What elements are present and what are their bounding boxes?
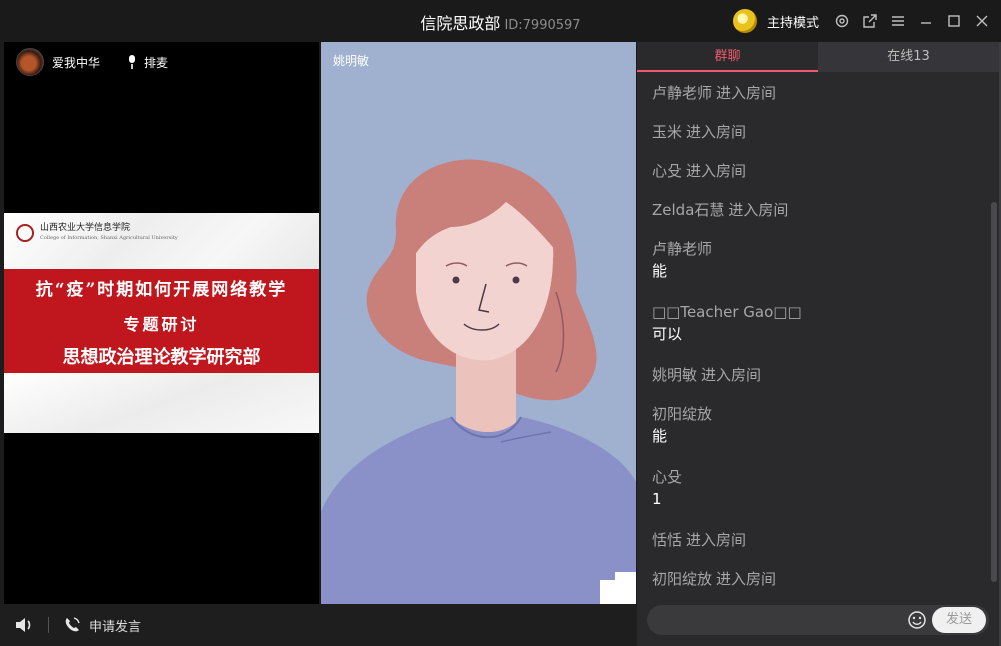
presentation-slide: 山西农业大学信息学院 College of Information, Shanx… [4,213,319,433]
message-sender: □□Teacher Gao□□ [652,303,802,321]
school-sub: College of Information, Shanxi Agricultu… [40,235,178,241]
mic-queue-label: 排麦 [144,55,169,70]
list-item: Zelda石慧 进入房间 [652,200,984,220]
list-item: 卢静老师 进入房间 [652,83,984,103]
message-action: 进入房间 [716,84,777,102]
host-mode-label[interactable]: 主持模式 [767,12,819,31]
message-action: 进入房间 [728,201,789,219]
title-bar: 信院思政部 ID:7990597 主持模式 [0,0,1001,42]
message-action: 进入房间 [686,531,747,549]
video-tile-left[interactable]: 爱我中华 排麦 山西农业大学信息学院 College of Informatio… [4,42,319,604]
chat-scrollbar[interactable] [991,202,997,582]
tab-group-chat[interactable]: 群聊 [637,42,818,72]
list-item: 心殳 1 [652,467,984,509]
title-controls: 主持模式 [732,8,991,34]
microphone-icon [129,55,136,69]
list-item: 心殳 进入房间 [652,161,984,181]
video-tile-middle[interactable]: 姚明敏 [321,42,636,604]
video-left-username: 爱我中华 [52,55,101,70]
message-action: 进入房间 [686,123,747,141]
maximize-icon[interactable] [945,12,963,30]
school-seal-icon [16,224,34,242]
school-name: 山西农业大学信息学院 [40,223,131,233]
message-text: 1 [652,490,662,508]
chat-input[interactable] [647,605,902,635]
message-action: 进入房间 [716,570,777,588]
tab-online[interactable]: 在线13 [818,42,999,72]
apply-speak-label: 申请发言 [89,619,142,635]
mic-queue-button[interactable]: 排麦 [126,54,168,71]
chat-panel: 群聊 在线13 卢静老师 进入房间 玉米 进入房间 心殳 进入房间 Zelda石慧 进入… [637,42,999,646]
message-action: 进入房间 [686,162,747,180]
emoji-icon[interactable] [907,610,927,630]
menu-icon[interactable] [889,12,907,30]
popout-icon[interactable] [861,12,879,30]
message-sender: 卢静老师 [652,240,713,258]
message-sender: 卢静老师 [652,84,713,102]
slide-line-1: 抗“疫”时期如何开展网络教学 [35,280,288,300]
school-logo: 山西农业大学信息学院 College of Information, Shanx… [16,223,178,243]
bottom-toolbar: 申请发言 [0,604,637,646]
video-left-header: 爱我中华 排麦 [16,48,168,76]
message-sender: 恬恬 [652,531,683,549]
send-button[interactable]: 发送 [932,607,986,633]
list-item: □□Teacher Gao□□ 可以 [652,302,984,344]
slide-title-band: 抗“疫”时期如何开展网络教学 专题研讨 思想政治理论教学研究部 [4,269,319,373]
avatar-illustration [321,159,636,604]
message-sender: 玉米 [652,123,683,141]
slide-header: 山西农业大学信息学院 College of Information, Shanx… [4,213,319,269]
message-action: 进入房间 [701,366,762,384]
message-sender: 初阳绽放 [652,405,713,423]
slide-footer [4,373,319,433]
list-item: 卢静老师能 [652,239,984,281]
message-text: 可以 [652,325,683,343]
message-sender: Zelda石慧 [652,201,725,219]
message-text: 能 [652,427,668,445]
room-title: 信院思政部 [420,14,501,33]
room-id: ID:7990597 [504,18,581,33]
message-sender: 心殳 [652,162,683,180]
volume-icon[interactable] [14,616,34,634]
message-sender: 姚明敏 [652,366,698,384]
chat-input-area: 发送 [647,605,989,635]
message-sender: 初阳绽放 [652,570,713,588]
host-avatar[interactable] [732,9,757,33]
gear-icon[interactable] [833,12,851,30]
video-mid-username: 姚明敏 [333,54,370,68]
phone-icon [65,617,80,632]
list-item: 恬恬 进入房间 [652,530,984,550]
apply-speak-button[interactable]: 申请发言 [63,616,141,635]
message-sender: 心殳 [652,468,683,486]
slide-line-2: 专题研讨 [123,315,200,334]
list-item: 初阳绽放 进入房间 [652,569,984,589]
message-list: 卢静老师 进入房间 玉米 进入房间 心殳 进入房间 Zelda石慧 进入房间 卢静老师能… [637,72,999,602]
list-item: 初阳绽放能 [652,404,984,446]
avatar[interactable] [16,48,44,76]
toolbar-divider [48,617,49,633]
chat-tabs: 群聊 在线13 [637,42,999,72]
list-item: 玉米 进入房间 [652,122,984,142]
close-icon[interactable] [973,12,991,30]
list-item: 姚明敏 进入房间 [652,365,984,385]
message-text: 能 [652,262,668,280]
slide-line-3: 思想政治理论教学研究部 [62,347,261,368]
minimize-icon[interactable] [917,12,935,30]
